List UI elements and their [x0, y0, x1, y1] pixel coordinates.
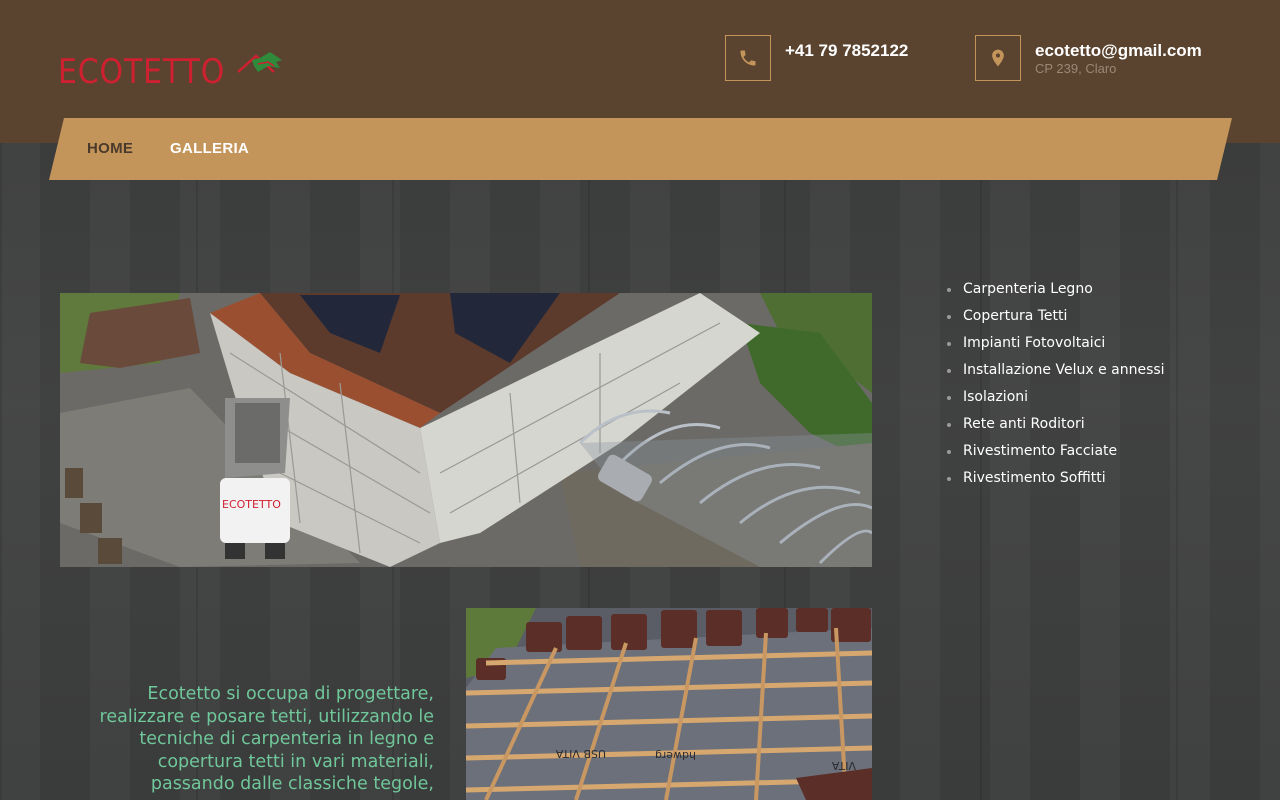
service-item[interactable]: Installazione Velux e annessi: [947, 362, 1165, 389]
phone-number[interactable]: +41 79 7852122: [785, 41, 908, 61]
aerial-roof-photo: ECOTETTO: [60, 293, 872, 567]
email-address[interactable]: ecotetto@gmail.com: [1035, 41, 1202, 61]
bullet-dot-icon: [947, 342, 951, 346]
membrane-print-3: VITA: [831, 759, 856, 772]
truck-logo-text: ECOTETTO: [222, 498, 281, 511]
service-label: Impianti Fotovoltaici: [963, 335, 1106, 351]
bullet-dot-icon: [947, 396, 951, 400]
service-item[interactable]: Rivestimento Soffitti: [947, 470, 1165, 497]
phone-icon: [740, 50, 756, 66]
aerial-photo-illustration: ECOTETTO: [60, 293, 872, 567]
intro-paragraph: Ecotetto si occupa di progettare, realiz…: [99, 684, 434, 794]
nav-item-galleria[interactable]: GALLERIA: [170, 140, 249, 157]
service-label: Copertura Tetti: [963, 308, 1068, 324]
service-label: Rete anti Roditori: [963, 416, 1085, 432]
bullet-dot-icon: [947, 315, 951, 319]
logo-text: ECOTETTO: [58, 52, 226, 92]
service-item[interactable]: Rete anti Roditori: [947, 416, 1165, 443]
service-item[interactable]: Rivestimento Facciate: [947, 443, 1165, 470]
map-pin-icon: [992, 49, 1004, 67]
bullet-dot-icon: [947, 288, 951, 292]
bullet-dot-icon: [947, 450, 951, 454]
postal-address: CP 239, Claro: [1035, 61, 1117, 76]
roof-logo-icon: [237, 52, 282, 73]
services-list: Carpenteria Legno Copertura Tetti Impian…: [947, 281, 1165, 497]
service-item[interactable]: Isolazioni: [947, 389, 1165, 416]
service-item[interactable]: Copertura Tetti: [947, 308, 1165, 335]
service-label: Installazione Velux e annessi: [963, 362, 1165, 378]
service-label: Rivestimento Facciate: [963, 443, 1118, 459]
nav-item-home[interactable]: HOME: [87, 140, 133, 157]
logo[interactable]: ECOTETTO: [58, 46, 298, 92]
roof-battens-illustration: USB VITA hdwerg VITA: [466, 608, 872, 800]
membrane-print-2: hdwerg: [655, 749, 696, 762]
bullet-dot-icon: [947, 477, 951, 481]
location-icon-box[interactable]: [975, 35, 1021, 81]
bullet-dot-icon: [947, 423, 951, 427]
service-label: Rivestimento Soffitti: [963, 470, 1106, 486]
service-label: Carpenteria Legno: [963, 281, 1093, 297]
service-item[interactable]: Carpenteria Legno: [947, 281, 1165, 308]
bullet-dot-icon: [947, 369, 951, 373]
service-item[interactable]: Impianti Fotovoltaici: [947, 335, 1165, 362]
phone-icon-box[interactable]: [725, 35, 771, 81]
roof-battens-photo: USB VITA hdwerg VITA: [466, 608, 872, 800]
service-label: Isolazioni: [963, 389, 1029, 405]
membrane-print-1: USB VITA: [555, 747, 606, 760]
